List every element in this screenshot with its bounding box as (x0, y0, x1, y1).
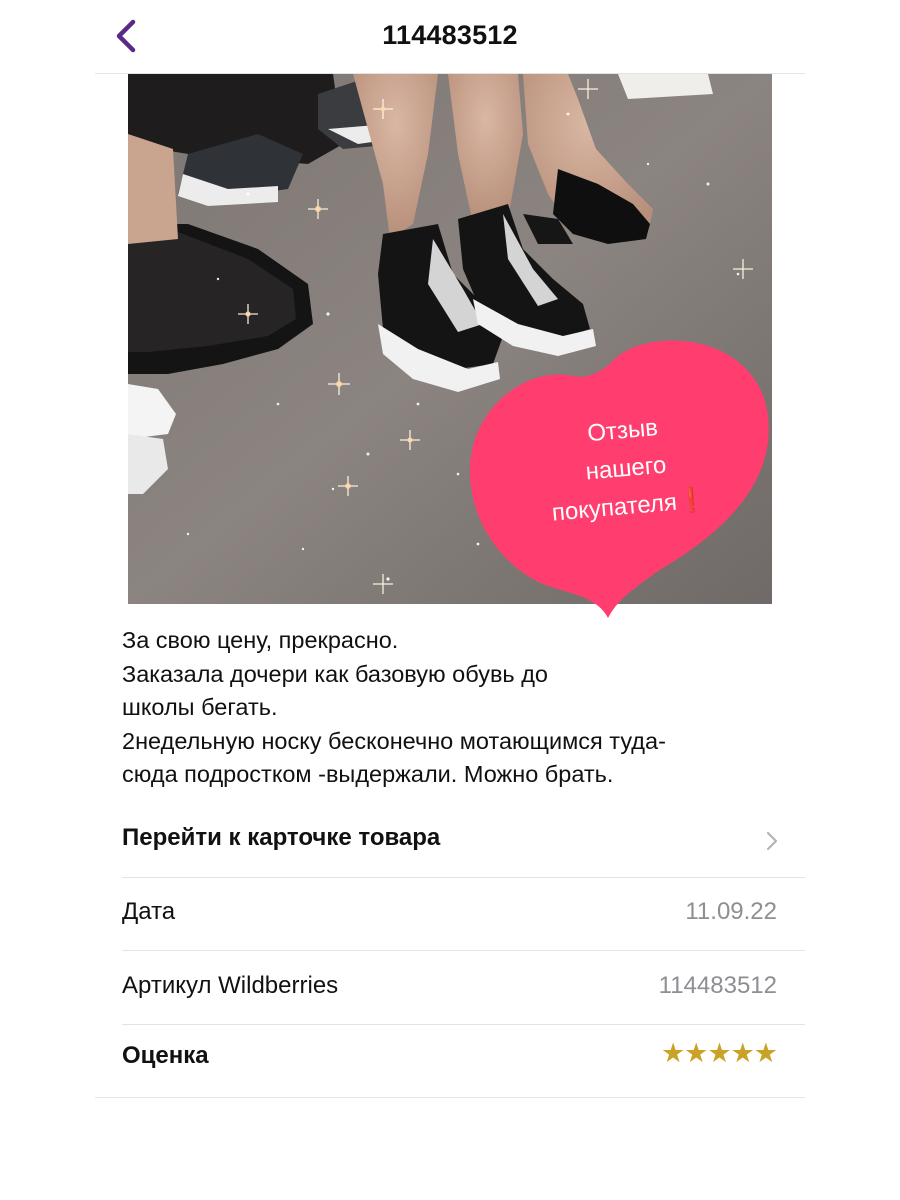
review-sticker: Отзыв нашего покупателя❗ (468, 336, 788, 626)
review-text: За свою цену, прекрасно. Заказала дочери… (122, 627, 666, 787)
star-icon: ★★★★★ (660, 1038, 778, 1069)
page-title: 114483512 (382, 20, 518, 50)
chevron-right-icon (766, 831, 778, 851)
review-detail-screen: 114483512 Отзыв нашего покупателя❗ За св… (0, 0, 900, 1200)
article-value: 114483512 (658, 972, 777, 999)
date-label: Дата (122, 898, 176, 925)
bottom-divider (95, 1097, 805, 1098)
navigation-bar: 114483512 (0, 0, 900, 74)
row-divider (122, 950, 805, 951)
row-divider (122, 877, 805, 878)
row-divider (122, 1024, 805, 1025)
rating-label: Оценка (122, 1042, 209, 1069)
product-card-link[interactable]: Перейти к карточке товара (122, 820, 805, 860)
date-value: 11.09.22 (685, 898, 777, 925)
article-label: Артикул Wildberries (122, 972, 339, 999)
sticker-text: Отзыв нашего покупателя❗ (550, 414, 708, 527)
review-photo[interactable]: Отзыв нашего покупателя❗ (128, 74, 772, 618)
product-link-label: Перейти к карточке товара (122, 824, 441, 851)
